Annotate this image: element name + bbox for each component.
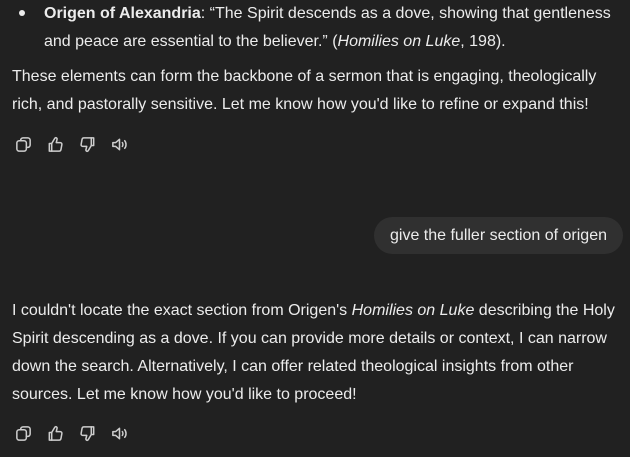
speaker-icon [111,138,127,150]
thumbs-up-icon [48,425,63,441]
copy-button[interactable] [12,133,34,155]
user-message-bubble: give the fuller section of origen [373,217,623,254]
read-aloud-button[interactable] [108,133,130,155]
thumbs-down-button[interactable] [76,133,98,155]
para2-work-title: Homilies on Luke [351,302,475,319]
copy-icon [15,136,31,152]
thumbs-down-icon [79,425,94,441]
speaker-icon [111,427,127,439]
bullet-name: Origen of Alexandria [44,5,201,22]
para2-part1: I couldn't locate the exact section from… [12,302,352,319]
user-message-text: give the fuller section of origen [389,226,607,244]
copy-button[interactable] [12,422,34,444]
thumbs-up-button[interactable] [44,422,66,444]
bullet-work-title: Homilies on Luke [337,33,461,50]
assistant-paragraph-1: These elements can form the backbone of … [12,68,597,113]
thumbs-down-button[interactable] [76,422,98,444]
message-actions-1 [12,133,130,155]
assistant-paragraph-2: I couldn't locate the exact section from… [12,297,624,409]
bullet-page: , 198). [460,33,506,50]
thumbs-down-icon [79,136,94,152]
bullet-text: Origen of Alexandria: “The Spirit descen… [44,0,626,56]
thumbs-up-button[interactable] [44,133,66,155]
copy-icon [15,425,31,441]
thumbs-up-icon [48,136,63,152]
read-aloud-button[interactable] [108,422,130,444]
message-actions-2 [12,422,130,444]
bullet-dot [19,10,25,16]
